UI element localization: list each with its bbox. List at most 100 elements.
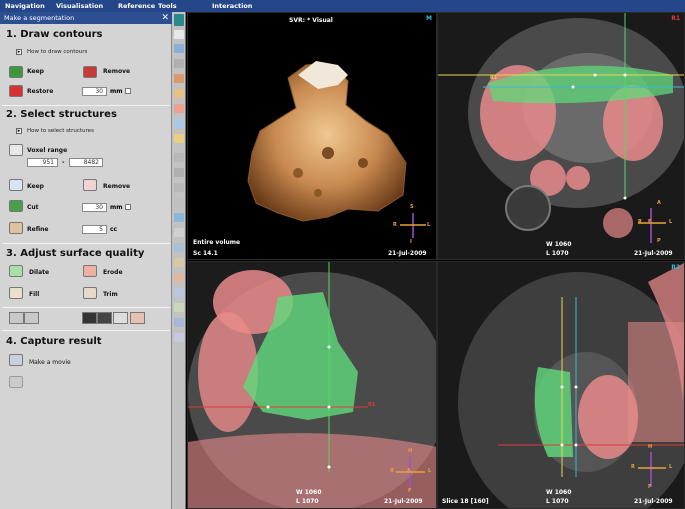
keep-contour-icon[interactable]	[9, 66, 23, 78]
viewport-tag: R1	[671, 15, 680, 22]
window-level-label: L 1070	[546, 498, 569, 505]
movie-settings-icon[interactable]	[9, 376, 23, 388]
undo-icon[interactable]	[9, 312, 24, 324]
cut-label[interactable]: Cut	[27, 204, 39, 211]
make-movie-label[interactable]: Make a movie	[29, 359, 71, 366]
slice-number-label: Slice 18 [160]	[442, 498, 489, 505]
trim-label[interactable]: Trim	[103, 291, 118, 298]
voxel-range-icon[interactable]	[9, 144, 23, 156]
close-icon[interactable]: ✕	[161, 12, 169, 24]
film-strip-icon[interactable]	[174, 318, 184, 327]
angle-icon[interactable]	[174, 168, 184, 177]
line-icon[interactable]	[174, 183, 184, 192]
head-icon[interactable]	[174, 104, 184, 113]
menu-tools[interactable]: Tools	[158, 2, 177, 10]
orientation-l: L	[669, 464, 673, 470]
menu-reference[interactable]: Reference	[118, 2, 155, 10]
viewport-tag: R2	[671, 264, 680, 271]
compare-view-icon[interactable]	[174, 288, 184, 297]
restore-distance-field[interactable]: 30	[82, 87, 107, 96]
voxel-range-min-field[interactable]: 951	[27, 158, 58, 167]
refine-label[interactable]: Refine	[27, 226, 48, 233]
trim-icon[interactable]	[83, 287, 97, 299]
date-label: 21-Jul-2009	[384, 498, 423, 505]
remove-structure-label[interactable]: Remove	[103, 183, 130, 190]
measure-icon[interactable]	[174, 153, 184, 162]
restore-icon[interactable]	[9, 85, 23, 97]
cut-distance-field[interactable]: 30	[82, 203, 107, 212]
voxel-range-max-field[interactable]: 8482	[69, 158, 103, 167]
refine-volume-field[interactable]: 5	[82, 225, 107, 234]
palette-icon[interactable]	[174, 134, 184, 143]
cut-checkbox[interactable]	[125, 204, 131, 210]
zoom-icon[interactable]	[174, 119, 184, 128]
scissors-icon[interactable]	[174, 198, 184, 207]
app-window: Navigation Visualisation Reference Tools…	[0, 0, 685, 509]
target-icon[interactable]	[174, 273, 184, 282]
volume-render-image	[247, 61, 426, 238]
settings-icon[interactable]	[174, 333, 184, 342]
slice-marker: R1	[368, 402, 376, 408]
fill-label[interactable]: Fill	[29, 291, 39, 298]
film-icon[interactable]	[97, 312, 112, 324]
chart-icon[interactable]	[113, 312, 128, 324]
toolbar-active-icon[interactable]	[174, 14, 184, 26]
keep-structure-icon[interactable]	[9, 179, 23, 191]
export-icon[interactable]	[24, 312, 39, 324]
keep-contour-label[interactable]: Keep	[27, 68, 44, 75]
section-divider	[2, 330, 170, 331]
face-icon[interactable]	[174, 89, 184, 98]
keep-structure-label[interactable]: Keep	[27, 183, 44, 190]
section-divider	[2, 105, 170, 106]
layout-icon[interactable]	[174, 243, 184, 252]
restore-label[interactable]: Restore	[27, 88, 53, 95]
section-divider	[2, 243, 170, 244]
hand-icon[interactable]	[174, 74, 184, 83]
marker-icon[interactable]	[130, 312, 145, 324]
remove-structure-icon[interactable]	[83, 179, 97, 191]
help-toggle-icon[interactable]: ▸	[16, 128, 22, 134]
erode-icon[interactable]	[83, 265, 97, 277]
window-width-label: W 1060	[546, 489, 572, 496]
restore-checkbox[interactable]	[125, 88, 131, 94]
refine-icon[interactable]	[9, 222, 23, 234]
menu-navigation[interactable]: Navigation	[5, 2, 45, 10]
erode-label[interactable]: Erode	[103, 269, 123, 276]
viewport-volume-render[interactable]: SVR: * Visual M Entire volume Sc 14.1 21…	[187, 12, 437, 260]
person-icon[interactable]	[174, 258, 184, 267]
help-draw-contours-link[interactable]: How to draw contours	[27, 49, 87, 55]
window-width-label: W 1060	[546, 241, 572, 248]
menu-visualisation[interactable]: Visualisation	[56, 2, 103, 10]
remove-contour-icon[interactable]	[83, 66, 97, 78]
cube-icon[interactable]	[174, 213, 184, 222]
volume-render-title: SVR: * Visual	[289, 17, 333, 24]
menu-interaction[interactable]: Interaction	[212, 2, 252, 10]
refine-unit: cc	[110, 226, 118, 233]
orientation-h: H	[648, 444, 653, 450]
orientation-s: S	[410, 204, 414, 210]
dilate-icon[interactable]	[9, 265, 23, 277]
pencil-icon[interactable]	[174, 59, 184, 68]
help-select-structures-link[interactable]: How to select structures	[27, 128, 94, 134]
document-icon[interactable]	[174, 303, 184, 312]
viewport-r1[interactable]: R1 R1 W 1060 L 1070 21-Jul-2009 A R F L …	[437, 12, 685, 260]
viewport-slice-lower-left[interactable]: R1 W 1060 L 1070 21-Jul-2009 H R A L F	[187, 261, 437, 509]
fill-icon[interactable]	[9, 287, 23, 299]
help-toggle-icon[interactable]: ▸	[16, 49, 22, 55]
orientation-h: H	[408, 448, 413, 454]
orientation-r: R	[393, 222, 397, 228]
vertical-toolbar	[172, 12, 186, 509]
cut-icon[interactable]	[9, 200, 23, 212]
orientation-i: I	[410, 239, 412, 245]
orientation-f: F	[648, 484, 652, 490]
movie-icon[interactable]	[9, 354, 23, 366]
volume-label: Entire volume	[193, 239, 241, 246]
window-icon[interactable]	[174, 30, 184, 39]
orientation-a: A	[657, 200, 661, 206]
remove-contour-label[interactable]: Remove	[103, 68, 130, 75]
compare-icon[interactable]	[82, 312, 97, 324]
dilate-label[interactable]: Dilate	[29, 269, 49, 276]
viewport-r2[interactable]: R2 Slice 18 [160] W 1060 L 1070 21-Jul-2…	[437, 261, 685, 509]
move-icon[interactable]	[174, 44, 184, 53]
grid-icon[interactable]	[174, 228, 184, 237]
